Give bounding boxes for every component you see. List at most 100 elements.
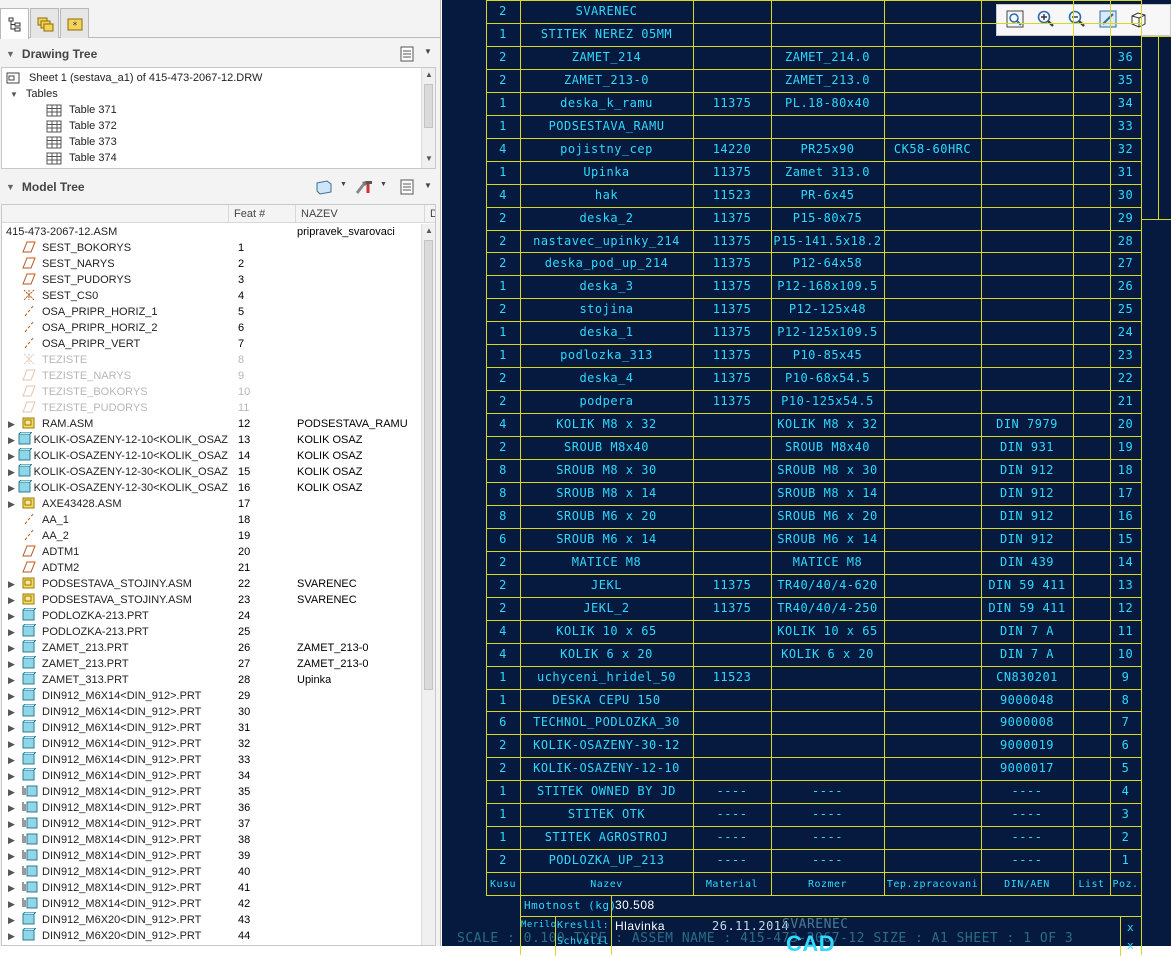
tree-settings-icon[interactable]	[398, 45, 416, 66]
model-tree-root[interactable]: 415-473-2067-12.ASM	[6, 224, 117, 240]
expand-arrow-icon[interactable]: ▶	[8, 931, 22, 942]
expand-arrow-icon[interactable]: ▶	[8, 435, 18, 446]
model-tree-item[interactable]: ADTM1	[8, 544, 228, 560]
tools-icon[interactable]	[354, 178, 376, 199]
expand-arrow-icon[interactable]: ▶	[8, 899, 22, 910]
expand-arrow-icon[interactable]: ▶	[8, 675, 22, 686]
model-tree-item[interactable]: ▶ DIN912_M8X14<DIN_912>.PRT	[8, 880, 228, 896]
expand-arrow-icon[interactable]: ▶	[8, 851, 22, 862]
expand-arrow-icon[interactable]: ▶	[8, 595, 22, 606]
repaint-button[interactable]	[1096, 9, 1120, 33]
expand-arrow-icon[interactable]: ▶	[8, 707, 22, 718]
model-tree-item[interactable]: ▶ DIN912_M6X14<DIN_912>.PRT	[8, 704, 228, 720]
expand-icon[interactable]: ▼	[10, 90, 18, 99]
model-tree-item[interactable]: ▶ DIN912_M6X20<DIN_912>.PRT	[8, 912, 228, 928]
model-tree-item[interactable]: ▶ DIN912_M8X14<DIN_912>.PRT	[8, 864, 228, 880]
expand-arrow-icon[interactable]: ▶	[8, 691, 22, 702]
chevron-down-icon[interactable]: ▼	[424, 47, 432, 56]
expand-arrow-icon[interactable]: ▶	[8, 659, 22, 670]
refit-button[interactable]	[1003, 9, 1027, 33]
tab-favorites[interactable]: *	[60, 8, 89, 38]
tab-model-tree[interactable]	[0, 8, 29, 39]
expand-arrow-icon[interactable]: ▶	[8, 627, 22, 638]
expand-arrow-icon[interactable]: ▶	[8, 451, 18, 462]
model-tree-item[interactable]: ▶ DIN912_M8X14<DIN_912>.PRT	[8, 784, 228, 800]
model-tree-item[interactable]: ▶ RAM.ASM	[8, 416, 228, 432]
expand-arrow-icon[interactable]: ▶	[8, 467, 18, 478]
table-item[interactable]: Table 373	[46, 134, 117, 150]
table-item[interactable]: Table 374	[46, 150, 117, 166]
model-tree-item[interactable]: ▶ KOLIK-OSAZENY-12-30<KOLIK_OSAZ	[8, 464, 228, 480]
expand-arrow-icon[interactable]: ▶	[8, 643, 22, 654]
column-nazev[interactable]: NAZEV	[301, 208, 338, 220]
model-tree-item[interactable]: OSA_PRIPR_HORIZ_1	[8, 304, 228, 320]
model-tree-item[interactable]: TEZISTE_PUDORYS	[8, 400, 228, 416]
model-tree-item[interactable]: ▶ ZAMET_313.PRT	[8, 672, 228, 688]
expand-arrow-icon[interactable]: ▶	[8, 739, 22, 750]
expand-arrow-icon[interactable]: ▶	[8, 915, 22, 926]
show-icon[interactable]	[314, 178, 334, 199]
view-mode-button[interactable]	[1127, 9, 1151, 33]
model-tree-item[interactable]: ▶ KOLIK-OSAZENY-12-30<KOLIK_OSAZ	[8, 480, 228, 496]
expand-arrow-icon[interactable]: ▶	[8, 499, 22, 510]
expand-arrow-icon[interactable]: ▶	[8, 835, 22, 846]
model-tree-item[interactable]: TEZISTE_BOKORYS	[8, 384, 228, 400]
table-item[interactable]: Table 371	[46, 102, 117, 118]
column-feat[interactable]: Feat #	[234, 208, 265, 220]
model-tree-item[interactable]: ▶ AXE43428.ASM	[8, 496, 228, 512]
model-tree-item[interactable]: ▶ PODLOZKA-213.PRT	[8, 608, 228, 624]
tree-settings-icon[interactable]	[398, 178, 416, 199]
model-tree-item[interactable]: ▶ ZAMET_213.PRT	[8, 656, 228, 672]
expand-arrow-icon[interactable]: ▶	[8, 483, 18, 494]
model-tree-item[interactable]: ▶ KOLIK-OSAZENY-12-10<KOLIK_OSAZ	[8, 432, 228, 448]
chevron-down-icon[interactable]: ▼	[380, 181, 387, 188]
zoom-out-button[interactable]	[1065, 9, 1089, 33]
expand-arrow-icon[interactable]: ▶	[8, 611, 22, 622]
expand-arrow-icon[interactable]: ▶	[8, 723, 22, 734]
collapse-icon[interactable]: ▼	[6, 49, 15, 59]
tab-layers[interactable]	[30, 8, 59, 38]
chevron-down-icon[interactable]: ▼	[340, 181, 347, 188]
scroll-thumb[interactable]	[424, 240, 433, 690]
model-tree-item[interactable]: OSA_PRIPR_HORIZ_2	[8, 320, 228, 336]
model-tree-item[interactable]: SEST_PUDORYS	[8, 272, 228, 288]
model-tree-item[interactable]: ▶ DIN912_M8X14<DIN_912>.PRT	[8, 832, 228, 848]
model-tree-item[interactable]: ▶ PODSESTAVA_STOJINY.ASM	[8, 592, 228, 608]
model-tree-item[interactable]: OSA_PRIPR_VERT	[8, 336, 228, 352]
column-extra[interactable]: D	[430, 208, 435, 220]
model-tree-item[interactable]: SEST_NARYS	[8, 256, 228, 272]
drawing-tree-header[interactable]: ▼ Drawing Tree ▼	[0, 43, 437, 65]
model-tree-item[interactable]: SEST_CS0	[8, 288, 228, 304]
expand-arrow-icon[interactable]: ▶	[8, 419, 22, 430]
expand-arrow-icon[interactable]: ▶	[8, 579, 22, 590]
scroll-thumb[interactable]	[424, 84, 433, 128]
model-tree-item[interactable]: AA_2	[8, 528, 228, 544]
expand-arrow-icon[interactable]: ▶	[8, 883, 22, 894]
model-tree-item[interactable]: ▶ DIN912_M8X14<DIN_912>.PRT	[8, 896, 228, 912]
model-tree-item[interactable]: ▶ DIN912_M8X14<DIN_912>.PRT	[8, 848, 228, 864]
scroll-down-icon[interactable]: ▼	[425, 154, 433, 163]
expand-arrow-icon[interactable]: ▶	[8, 803, 22, 814]
model-tree-item[interactable]: ▶ DIN912_M6X14<DIN_912>.PRT	[8, 736, 228, 752]
tables-node[interactable]: ▼ Tables	[10, 86, 58, 102]
model-tree-item[interactable]: TEZISTE	[8, 352, 228, 368]
expand-arrow-icon[interactable]: ▶	[8, 867, 22, 878]
chevron-down-icon[interactable]: ▼	[424, 181, 432, 190]
drawing-tree-scrollbar[interactable]: ▲ ▼	[421, 68, 435, 168]
model-tree-header[interactable]: ▼ Model Tree ▼ ▼ ▼	[0, 176, 437, 198]
expand-arrow-icon[interactable]: ▶	[8, 771, 22, 782]
collapse-icon[interactable]: ▼	[6, 182, 15, 192]
expand-arrow-icon[interactable]: ▶	[8, 755, 22, 766]
model-tree-item[interactable]: ▶ DIN912_M8X14<DIN_912>.PRT	[8, 800, 228, 816]
drawing-tree-sheet[interactable]: Sheet 1 (sestava_a1) of 415-473-2067-12.…	[6, 70, 262, 86]
model-tree-item[interactable]: ▶ DIN912_M6X14<DIN_912>.PRT	[8, 688, 228, 704]
model-tree-item[interactable]: ▶ DIN912_M6X14<DIN_912>.PRT	[8, 752, 228, 768]
model-tree-item[interactable]: ▶ DIN912_M6X14<DIN_912>.PRT	[8, 768, 228, 784]
table-item[interactable]: Table 372	[46, 118, 117, 134]
model-tree-item[interactable]: ▶ DIN912_M6X14<DIN_912>.PRT	[8, 720, 228, 736]
zoom-in-button[interactable]	[1034, 9, 1058, 33]
expand-arrow-icon[interactable]: ▶	[8, 819, 22, 830]
model-tree-item[interactable]: ▶ PODSESTAVA_STOJINY.ASM	[8, 576, 228, 592]
model-tree-item[interactable]: ▶ PODLOZKA-213.PRT	[8, 624, 228, 640]
model-tree-item[interactable]: ▶ ZAMET_213.PRT	[8, 640, 228, 656]
